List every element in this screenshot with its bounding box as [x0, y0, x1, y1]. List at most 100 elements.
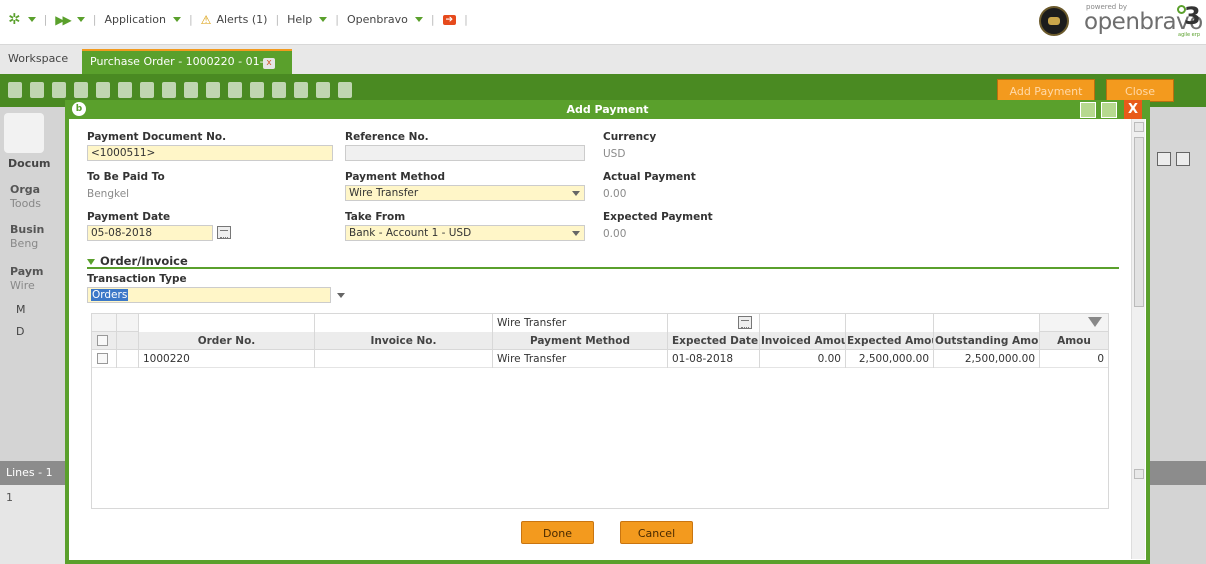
audit-icon[interactable] [272, 82, 286, 98]
calendar-icon[interactable] [738, 316, 752, 329]
cell-amount[interactable]: 0 [1040, 350, 1108, 368]
close-dialog-icon[interactable]: X [1124, 100, 1142, 119]
save-close-icon[interactable] [74, 82, 88, 98]
order-no-filter[interactable] [139, 314, 315, 332]
close-tab-icon[interactable]: x [263, 58, 275, 69]
copy-icon[interactable] [206, 82, 220, 98]
transaction-type-select[interactable]: Orders [87, 287, 345, 303]
scroll-up-icon[interactable] [1134, 122, 1144, 132]
order-invoice-section-header[interactable]: Order/Invoice [87, 254, 188, 268]
expected-date-filter[interactable] [668, 314, 760, 332]
row-select-checkbox[interactable] [97, 353, 108, 364]
scroll-down-icon[interactable] [1134, 469, 1144, 479]
new-document-icon[interactable] [8, 82, 22, 98]
amount-filter[interactable] [1040, 314, 1108, 332]
add-payment-dialog: b Add Payment X Payment Document No. <10… [65, 100, 1150, 564]
dialog-body: Payment Document No. <1000511> Reference… [69, 119, 1146, 560]
reference-no-label: Reference No. [345, 131, 429, 143]
chevron-down-icon[interactable] [172, 17, 181, 22]
print-icon[interactable] [228, 82, 242, 98]
tab-purchase-order[interactable]: Purchase Order - 1000220 - 01-... x [82, 49, 292, 75]
openbravo-menu[interactable]: Openbravo [347, 13, 408, 26]
cell-expected-date: 01-08-2018 [668, 350, 760, 368]
export-icon[interactable] [162, 82, 176, 98]
transaction-type-label: Transaction Type [87, 273, 187, 285]
payment-method-filter[interactable]: Wire Transfer [493, 314, 668, 332]
close-icon[interactable] [1176, 152, 1190, 166]
column-order-no[interactable]: Order No. [139, 332, 315, 350]
calendar-icon[interactable] [217, 226, 231, 239]
take-from-select[interactable]: Bank - Account 1 - USD [345, 225, 585, 241]
recent-fast-forward-icon[interactable]: ▶▶ [55, 13, 72, 27]
favorites-star-icon[interactable]: ✲ [8, 12, 21, 27]
chevron-down-icon[interactable] [319, 17, 328, 22]
filter-funnel-icon[interactable] [1088, 317, 1102, 327]
select-all-checkbox[interactable] [97, 335, 108, 346]
actual-payment-value: 0.00 [603, 188, 627, 200]
payment-date-label: Payment Date [87, 211, 171, 223]
dropdown-arrow-icon[interactable] [569, 187, 583, 199]
column-amount[interactable]: Amou [1040, 332, 1108, 350]
to-be-paid-to-value: Bengkel [87, 188, 130, 200]
payment-date-input[interactable]: 05-08-2018 [87, 225, 213, 241]
help-menu[interactable]: Help [287, 13, 312, 26]
chevron-down-icon[interactable] [414, 17, 423, 22]
invoice-no-filter[interactable] [315, 314, 493, 332]
dropdown-arrow-icon[interactable] [569, 227, 583, 239]
payment-method-select[interactable]: Wire Transfer [345, 185, 585, 201]
email-icon[interactable] [250, 82, 264, 98]
payment-method-label: Payment Method [345, 171, 446, 183]
refresh-icon[interactable] [140, 82, 154, 98]
right-panel-background [1150, 140, 1206, 360]
expected-payment-value: 0.00 [603, 228, 627, 240]
chevron-down-icon[interactable] [27, 17, 36, 22]
grid-view-icon[interactable] [338, 82, 352, 98]
dialog-title-bar: b Add Payment X [69, 100, 1146, 119]
delete-icon[interactable] [118, 82, 132, 98]
add-payment-button[interactable]: Add Payment [997, 79, 1095, 102]
column-expected-date[interactable]: Expected Date [668, 332, 760, 350]
column-invoiced-amount[interactable]: Invoiced Amount [760, 332, 846, 350]
report-icon[interactable] [316, 82, 330, 98]
expected-amount-filter[interactable] [846, 314, 934, 332]
done-button[interactable]: Done [521, 521, 594, 544]
minimize-icon[interactable] [1080, 102, 1096, 118]
column-expected-amount[interactable]: Expected Amount [846, 332, 934, 350]
table-row[interactable]: 1000220 Wire Transfer 01-08-2018 0.00 2,… [92, 350, 1108, 368]
dialog-scrollbar[interactable] [1131, 119, 1145, 559]
undo-icon[interactable] [96, 82, 110, 98]
column-payment-method[interactable]: Payment Method [493, 332, 668, 350]
application-menu[interactable]: Application [104, 13, 165, 26]
attach-icon[interactable] [184, 82, 198, 98]
maximize-icon[interactable] [1157, 152, 1171, 166]
cancel-button[interactable]: Cancel [620, 521, 693, 544]
main-tab-bar: Workspace Purchase Order - 1000220 - 01-… [0, 44, 1206, 75]
outstanding-amount-filter[interactable] [934, 314, 1040, 332]
dropdown-arrow-icon[interactable] [334, 289, 348, 301]
toolbar-icon-group [8, 82, 352, 98]
link-icon[interactable] [294, 82, 308, 98]
close-button[interactable]: Close [1106, 79, 1174, 102]
section-collapse-icon[interactable] [87, 259, 95, 265]
column-invoice-no[interactable]: Invoice No. [315, 332, 493, 350]
column-outstanding-amount[interactable]: Outstanding Amount [934, 332, 1040, 350]
alert-warning-icon[interactable]: ⚠ [201, 13, 212, 27]
chevron-down-icon[interactable] [76, 17, 85, 22]
maximize-icon[interactable] [1101, 102, 1117, 118]
take-from-label: Take From [345, 211, 406, 223]
cell-invoiced-amount: 0.00 [760, 350, 846, 368]
new-row-icon[interactable] [30, 82, 44, 98]
reference-no-input[interactable] [345, 145, 585, 161]
save-icon[interactable] [52, 82, 66, 98]
invoiced-amount-filter[interactable] [760, 314, 846, 332]
alerts-link[interactable]: Alerts (1) [216, 13, 267, 26]
logout-icon[interactable]: ➔ [442, 14, 457, 25]
payment-document-no-input[interactable]: <1000511> [87, 145, 333, 161]
to-be-paid-to-label: To Be Paid To [87, 171, 165, 183]
dialog-title: Add Payment [566, 103, 649, 116]
scroll-thumb[interactable] [1134, 137, 1144, 307]
tab-workspace[interactable]: Workspace [8, 52, 68, 65]
grid-filter-row: Wire Transfer [92, 314, 1108, 332]
top-navigation: ✲ | ▶▶ | Application | ⚠ Alerts (1) | He… [0, 0, 1206, 44]
cell-invoice-no [315, 350, 493, 368]
